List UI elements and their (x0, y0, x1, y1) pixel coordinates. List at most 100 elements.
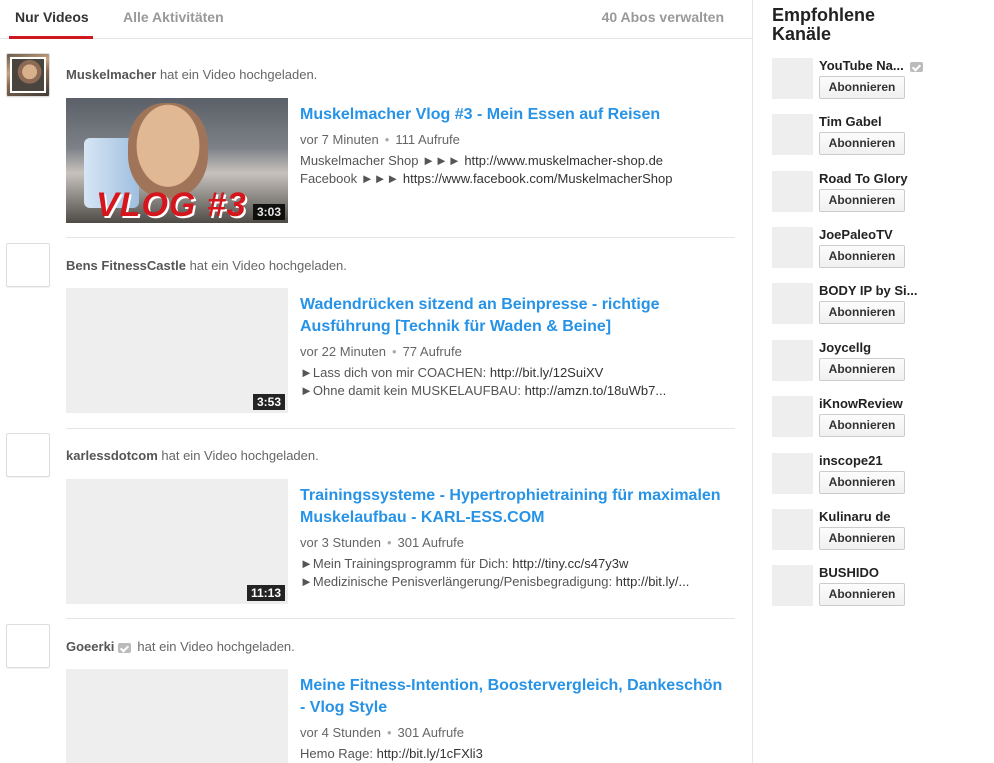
channel-avatar[interactable] (772, 509, 813, 550)
recommended-channel-name[interactable]: iKnowReview (819, 396, 903, 411)
recommended-channel-name[interactable]: YouTube Na... (819, 58, 929, 73)
thumbnail-overlay-text: VLOG #3 (96, 186, 247, 223)
verified-check-icon (118, 642, 132, 653)
view-count: 77 Aufrufe (402, 344, 462, 359)
video-thumbnail[interactable]: VLOG #3 3:03 (66, 98, 288, 223)
upload-time: vor 22 Minuten (300, 344, 386, 359)
description-link[interactable]: http://amzn.to/18uWb7... (525, 383, 667, 398)
description-link[interactable]: http://tiny.cc/s47y3w (512, 556, 628, 571)
recommended-channel: inscope21 Abonnieren (772, 453, 972, 497)
divider (66, 618, 735, 619)
video-thumbnail[interactable]: 3:53 (66, 288, 288, 413)
recommended-channel-name[interactable]: Road To Glory (819, 171, 908, 186)
subscribe-button[interactable]: Abonnieren (819, 414, 905, 437)
upload-header: Muskelmacher hat ein Video hochgeladen. (66, 67, 317, 82)
video-info: Wadendrücken sitzend an Beinpresse - ric… (300, 294, 730, 400)
video-title[interactable]: Wadendrücken sitzend an Beinpresse - ric… (300, 294, 730, 338)
description-link[interactable]: http://bit.ly/1cFXli3 (377, 746, 483, 761)
recommended-channel: JoePaleoTV Abonnieren (772, 227, 972, 271)
subscribe-button[interactable]: Abonnieren (819, 358, 905, 381)
video-title[interactable]: Trainingssysteme - Hypertrophietraining … (300, 485, 730, 529)
channel-avatar[interactable] (772, 396, 813, 437)
recommended-channel: Road To Glory Abonnieren (772, 171, 972, 215)
recommended-channel: Kulinaru de Abonnieren (772, 509, 972, 553)
subscribe-button[interactable]: Abonnieren (819, 189, 905, 212)
subscribe-button[interactable]: Abonnieren (819, 527, 905, 550)
subscribe-button[interactable]: Abonnieren (819, 583, 905, 606)
video-description: ►Mein Trainingsprogramm für Dich: http:/… (300, 556, 690, 589)
recommended-channels-title: Empfohlene Kanäle (772, 5, 876, 44)
recommended-channel-name[interactable]: inscope21 (819, 453, 883, 468)
recommended-channel: Joycellg Abonnieren (772, 340, 972, 384)
channel-avatar[interactable] (6, 53, 50, 97)
recommended-channel: YouTube Na... Abonnieren (772, 58, 972, 102)
channel-name[interactable]: Bens FitnessCastle (66, 258, 186, 273)
channel-name[interactable]: Goeerki (66, 639, 114, 654)
video-description: ►Lass dich von mir COACHEN: http://bit.l… (300, 365, 667, 398)
video-info: Meine Fitness-Intention, Boostervergleic… (300, 675, 730, 763)
video-info: Muskelmacher Vlog #3 - Mein Essen auf Re… (300, 104, 730, 188)
video-description: Hemo Rage: http://bit.ly/1cFXli3 (300, 746, 483, 761)
channel-name[interactable]: karlessdotcom (66, 448, 158, 463)
channel-avatar[interactable] (772, 565, 813, 606)
divider (66, 237, 735, 238)
subscribe-button[interactable]: Abonnieren (819, 301, 905, 324)
video-thumbnail[interactable]: 11:13 (66, 479, 288, 604)
view-count: 111 Aufrufe (395, 132, 460, 147)
subscribe-button[interactable]: Abonnieren (819, 76, 905, 99)
channel-avatar[interactable] (772, 58, 813, 99)
channel-avatar[interactable] (772, 227, 813, 268)
upload-time: vor 7 Minuten (300, 132, 379, 147)
description-link[interactable]: https://www.facebook.com/MuskelmacherSho… (403, 171, 673, 186)
recommended-channel-name[interactable]: Kulinaru de (819, 509, 891, 524)
video-duration: 3:03 (252, 204, 285, 220)
channel-name[interactable]: Muskelmacher (66, 67, 156, 82)
description-link[interactable]: http://bit.ly/... (616, 574, 690, 589)
channel-avatar[interactable] (772, 171, 813, 212)
video-meta: vor 4 Stunden • 301 Aufrufe (300, 725, 465, 740)
video-duration: 3:53 (252, 394, 285, 410)
view-count: 301 Aufrufe (397, 725, 465, 740)
video-meta: vor 7 Minuten • 111 Aufrufe (300, 132, 460, 147)
upload-header: karlessdotcom hat ein Video hochgeladen. (66, 448, 319, 463)
subscribe-button[interactable]: Abonnieren (819, 471, 905, 494)
recommended-channel-name[interactable]: Tim Gabel (819, 114, 882, 129)
channel-avatar[interactable] (6, 243, 50, 287)
upload-action: hat ein Video hochgeladen. (159, 67, 318, 82)
recommended-channel-name[interactable]: JoePaleoTV (819, 227, 893, 242)
video-info: Trainingssysteme - Hypertrophietraining … (300, 485, 730, 591)
feed-tabs: Nur Videos Alle Aktivitäten 40 Abos verw… (0, 0, 752, 39)
subscribe-button[interactable]: Abonnieren (819, 132, 905, 155)
video-meta: vor 3 Stunden • 301 Aufrufe (300, 535, 465, 550)
upload-action: hat ein Video hochgeladen. (137, 639, 295, 654)
recommended-channel: Tim Gabel Abonnieren (772, 114, 972, 158)
channel-avatar[interactable] (772, 453, 813, 494)
recommended-channel-name[interactable]: BODY IP by Si... (819, 283, 918, 298)
video-thumbnail[interactable] (66, 669, 288, 763)
video-duration: 11:13 (246, 585, 285, 601)
tab-all-activities[interactable]: Alle Aktivitäten (123, 9, 224, 25)
channel-avatar[interactable] (772, 340, 813, 381)
upload-header: Bens FitnessCastle hat ein Video hochgel… (66, 258, 347, 273)
view-count: 301 Aufrufe (397, 535, 465, 550)
recommended-channel: BUSHIDO Abonnieren (772, 565, 972, 609)
verified-check-icon (909, 61, 923, 72)
subscription-feed: Nur Videos Alle Aktivitäten 40 Abos verw… (0, 0, 753, 763)
recommended-channel: iKnowReview Abonnieren (772, 396, 972, 440)
upload-time: vor 3 Stunden (300, 535, 381, 550)
recommended-channel-name[interactable]: Joycellg (819, 340, 871, 355)
description-link[interactable]: http://bit.ly/12SuiXV (490, 365, 603, 380)
channel-avatar[interactable] (6, 624, 50, 668)
channel-avatar[interactable] (772, 114, 813, 155)
recommended-channel: BODY IP by Si... Abonnieren (772, 283, 972, 327)
channel-avatar[interactable] (772, 283, 813, 324)
video-title[interactable]: Meine Fitness-Intention, Boostervergleic… (300, 675, 730, 719)
description-link[interactable]: http://www.muskelmacher-shop.de (464, 153, 663, 168)
channel-avatar[interactable] (6, 433, 50, 477)
recommended-channel-name[interactable]: BUSHIDO (819, 565, 879, 580)
manage-subscriptions-link[interactable]: 40 Abos verwalten (602, 9, 724, 25)
subscribe-button[interactable]: Abonnieren (819, 245, 905, 268)
video-title[interactable]: Muskelmacher Vlog #3 - Mein Essen auf Re… (300, 104, 730, 126)
tab-only-videos[interactable]: Nur Videos (9, 9, 93, 39)
divider (66, 428, 735, 429)
